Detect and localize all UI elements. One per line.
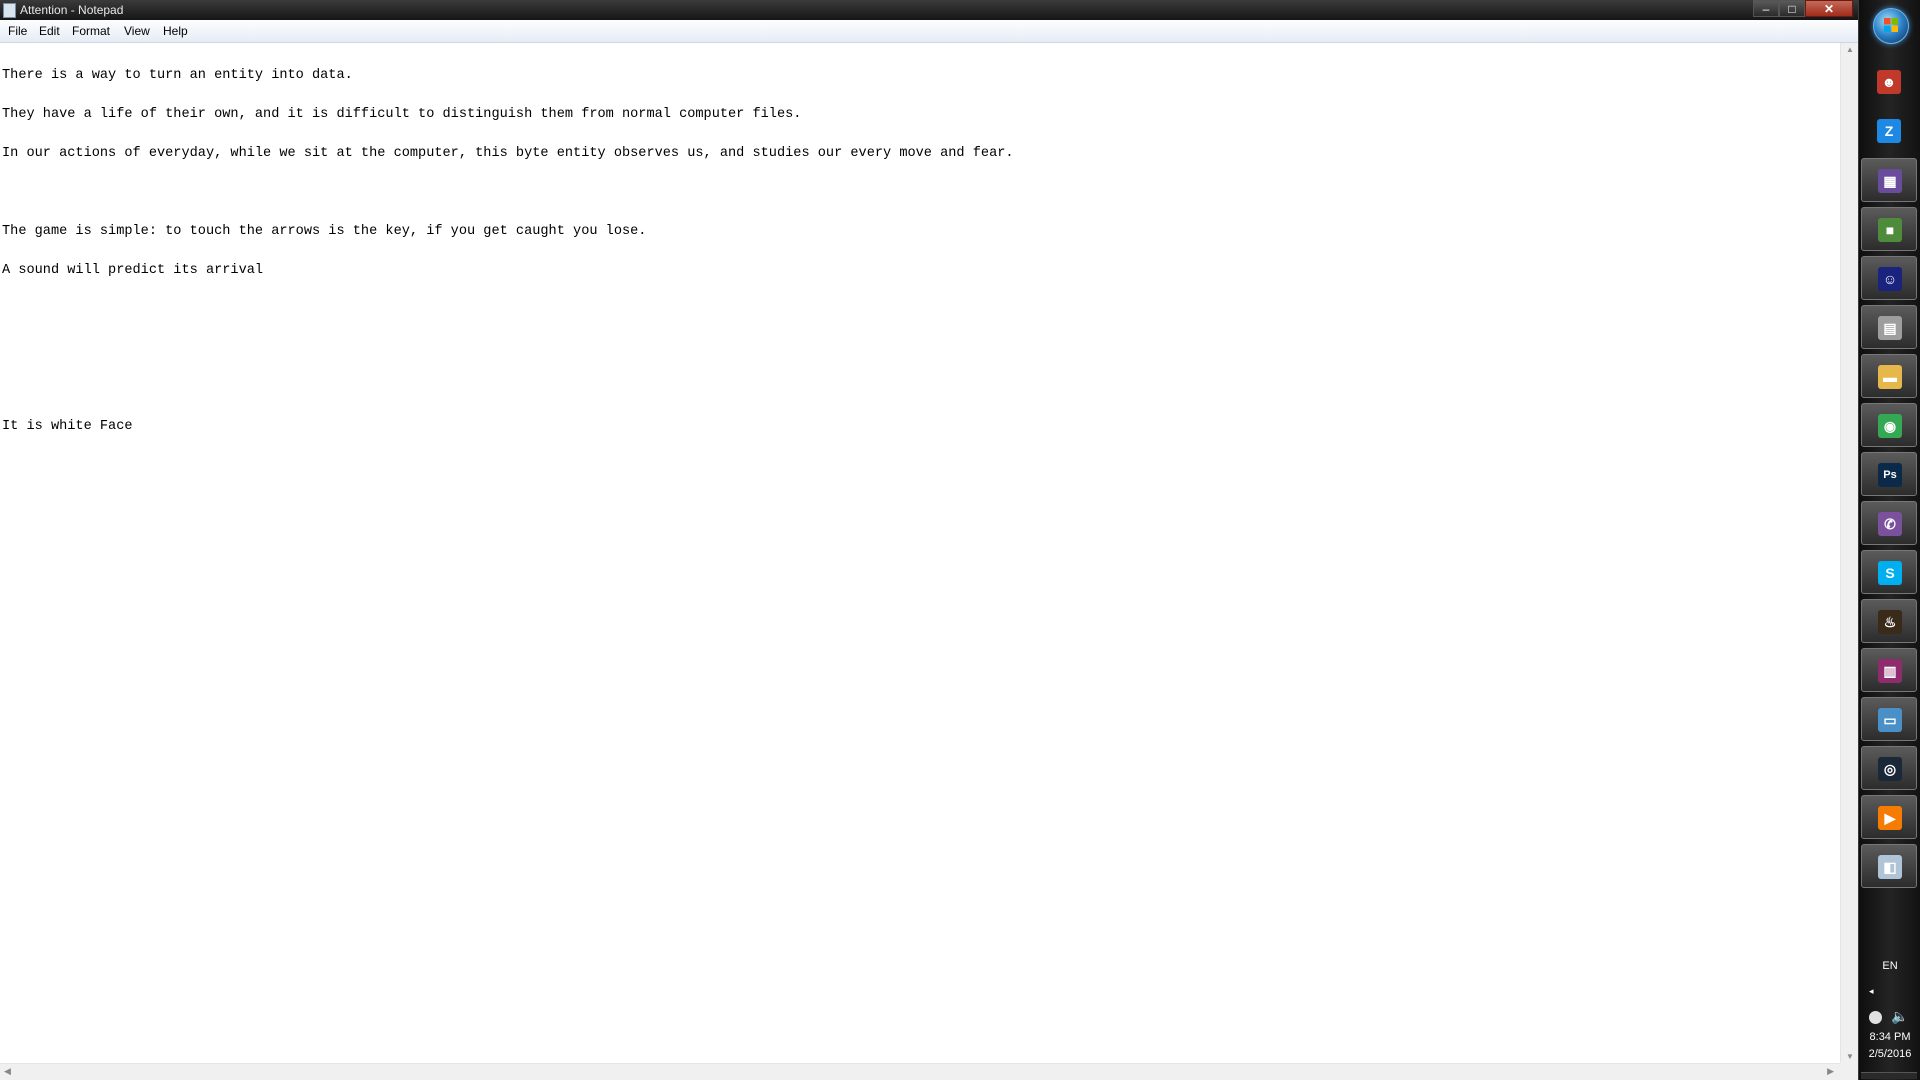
clock-time[interactable]: 8:34 PM [1859, 1031, 1920, 1043]
file-explorer-icon: ▬ [1878, 365, 1902, 389]
scroll-up-arrow-icon[interactable]: ▲ [1841, 45, 1858, 54]
text-line: A sound will predict its arrival [2, 263, 264, 278]
text-line: They have a life of their own, and it is… [2, 107, 802, 122]
maximize-button[interactable]: □ [1779, 0, 1805, 17]
notepad-window: Attention - Notepad – □ ✕ File Edit Form… [0, 0, 1858, 1080]
viber-icon: ✆ [1878, 512, 1902, 536]
window-title: Attention - Notepad [20, 3, 124, 17]
taskbar-button[interactable]: ▶ [1861, 795, 1917, 839]
taskbar-button[interactable]: Ps [1861, 452, 1917, 496]
steam-icon: ◎ [1878, 757, 1902, 781]
taskbar-button[interactable]: ◧ [1861, 844, 1917, 888]
winrar-icon: ▥ [1878, 659, 1902, 683]
close-button[interactable]: ✕ [1805, 0, 1853, 17]
app-z-icon: Z [1877, 119, 1901, 143]
scroll-down-arrow-icon[interactable]: ▼ [1841, 1052, 1858, 1061]
minimize-button[interactable]: – [1753, 0, 1779, 17]
text-line: It is white Face [2, 419, 133, 434]
taskbar-button[interactable]: ◎ [1861, 746, 1917, 790]
taskbar-button[interactable]: ▦ [1861, 158, 1917, 202]
notepad-app-icon [3, 3, 16, 18]
video-editor-icon: ▦ [1878, 169, 1902, 193]
scrollbar-corner [1840, 1063, 1858, 1080]
taskbar-button[interactable]: S [1861, 550, 1917, 594]
taskbar-button[interactable]: ✆ [1861, 501, 1917, 545]
windows-logo-icon [1884, 18, 1898, 32]
photoshop-icon: Ps [1878, 463, 1902, 487]
text-line: There is a way to turn an entity into da… [2, 68, 353, 83]
notepad-icon: ▤ [1878, 316, 1902, 340]
menu-edit[interactable]: Edit [39, 24, 60, 38]
text-line: The game is simple: to touch the arrows … [2, 224, 647, 239]
clock-date[interactable]: 2/5/2016 [1859, 1048, 1920, 1060]
skype-icon: S [1878, 561, 1902, 585]
title-bar[interactable]: Attention - Notepad – □ ✕ [0, 0, 1858, 20]
taskbar-button[interactable]: ♨ [1861, 599, 1917, 643]
menu-help[interactable]: Help [163, 24, 188, 38]
horizontal-scrollbar[interactable]: ◀ ▶ [0, 1063, 1840, 1080]
eraser-app-icon: ◧ [1878, 855, 1902, 879]
mask-app-icon: ☻ [1877, 70, 1901, 94]
show-desktop-button[interactable] [1861, 1072, 1917, 1079]
text-line: In our actions of everyday, while we sit… [2, 146, 1014, 161]
minecraft-icon: ■ [1878, 218, 1902, 242]
taskbar-button[interactable]: Z [1861, 109, 1917, 153]
text-editor[interactable]: There is a way to turn an entity into da… [2, 43, 1838, 1059]
burner-icon: ♨ [1878, 610, 1902, 634]
text-line [2, 342, 1838, 355]
volume-icon[interactable]: 🔈 [1891, 1008, 1908, 1025]
taskbar-button[interactable]: ▭ [1861, 697, 1917, 741]
chrome-icon: ◉ [1878, 414, 1902, 438]
photo-viewer-icon: ▭ [1878, 708, 1902, 732]
menu-format[interactable]: Format [72, 24, 110, 38]
scroll-right-arrow-icon[interactable]: ▶ [1827, 1066, 1834, 1077]
menu-view[interactable]: View [124, 24, 150, 38]
taskbar: ☻ Z ▦ ■ ☺ ▤ ▬ ◉ Ps ✆ S ♨ ▥ ▭ ◎ ▶ ◧ EN ◂ 🔈 8:34 PM 2/5/20… [1858, 0, 1920, 1080]
text-line [2, 186, 1838, 199]
taskbar-button[interactable]: ☻ [1861, 60, 1917, 104]
start-button[interactable] [1873, 8, 1909, 44]
taskbar-button[interactable]: ☺ [1861, 256, 1917, 300]
taskbar-button[interactable]: ◉ [1861, 403, 1917, 447]
vertical-scrollbar[interactable]: ▲ ▼ [1840, 43, 1858, 1063]
media-player-icon: ▶ [1878, 806, 1902, 830]
language-indicator[interactable]: EN [1859, 960, 1920, 972]
taskbar-button[interactable]: ▬ [1861, 354, 1917, 398]
taskbar-button[interactable]: ▤ [1861, 305, 1917, 349]
taskbar-button[interactable]: ▥ [1861, 648, 1917, 692]
network-icon[interactable] [1869, 1011, 1882, 1024]
text-line [2, 381, 1838, 394]
scroll-left-arrow-icon[interactable]: ◀ [4, 1066, 11, 1077]
menu-bar: File Edit Format View Help [0, 20, 1858, 43]
tray-expand-icon[interactable]: ◂ [1869, 986, 1874, 997]
menu-file[interactable]: File [8, 24, 27, 38]
text-line [2, 303, 1838, 316]
avatar-game-icon: ☺ [1878, 267, 1902, 291]
taskbar-button[interactable]: ■ [1861, 207, 1917, 251]
